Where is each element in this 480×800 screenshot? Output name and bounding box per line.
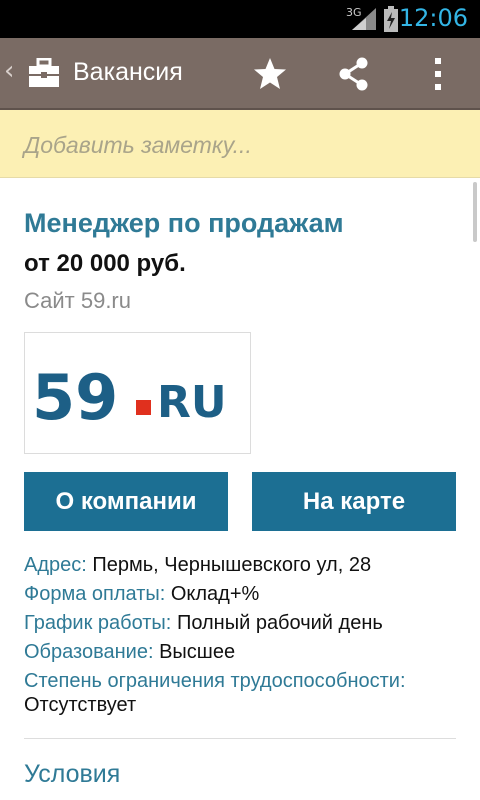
logo-dot [136,400,151,415]
battery-charging-icon [384,6,398,32]
detail-key: График работы: [24,612,172,634]
briefcase-icon[interactable] [28,58,60,88]
conditions-section-title: Условия [24,760,121,788]
signal-icon [352,8,376,30]
detail-schedule: График работы: Полный рабочий день [24,612,383,635]
detail-disability-value-row: Отсутствует [24,694,136,717]
job-title: Менеджер по продажам [24,208,344,238]
detail-education: Образование: Высшее [24,641,235,664]
section-divider [24,738,456,739]
detail-value: Пермь, Чернышевского ул, 28 [92,554,372,576]
action-bar: ‹ Вакансия [0,38,480,110]
detail-key: Степень ограничения трудоспособности: [24,670,406,692]
on-map-button[interactable]: На карте [252,472,456,531]
source-site: Сайт 59.ru [24,288,131,313]
about-company-button[interactable]: О компании [24,472,228,531]
overflow-menu-icon[interactable] [416,52,460,96]
star-icon[interactable] [248,52,292,96]
detail-value: Оклад+% [170,583,260,605]
company-logo: 59 RU [24,332,251,454]
share-icon[interactable] [332,52,376,96]
screen-title: Вакансия [73,58,183,86]
detail-value: Полный рабочий день [176,612,383,634]
logo-number: 59 [32,361,118,434]
detail-key: Образование: [24,641,154,663]
detail-address: Адрес: Пермь, Чернышевского ул, 28 [24,554,371,577]
detail-payment: Форма оплаты: Оклад+% [24,583,259,606]
scroll-indicator [473,182,477,242]
salary: от 20 000 руб. [24,250,186,277]
detail-key: Форма оплаты: [24,583,166,605]
note-placeholder: Добавить заметку... [24,132,252,158]
detail-disability: Степень ограничения трудоспособности: [24,670,406,693]
detail-key: Адрес: [24,554,87,576]
logo-suffix: RU [157,377,227,428]
detail-value: Высшее [159,641,236,663]
detail-value: Отсутствует [24,694,137,716]
add-note-field[interactable]: Добавить заметку... [0,110,480,178]
clock: 12:06 [398,4,468,32]
status-bar: 3G 12:06 [0,0,480,38]
up-chevron-icon[interactable]: ‹ [4,56,14,86]
